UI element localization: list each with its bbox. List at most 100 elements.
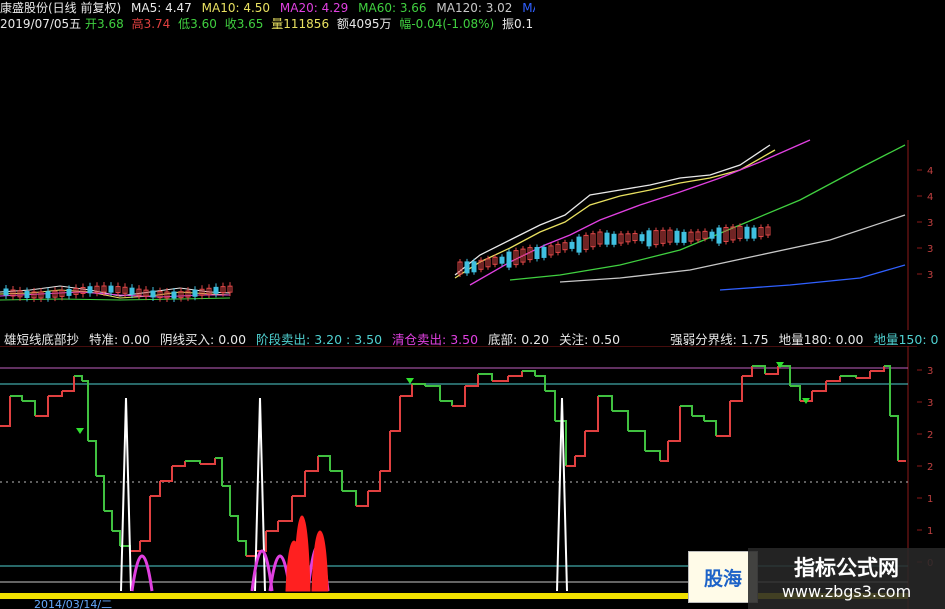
- mask-bottom: [230, 280, 715, 330]
- ind-tick-label-0: 3: [927, 366, 933, 377]
- candle-body-2: [471, 261, 477, 273]
- ind-tick-label-1: 3: [927, 398, 933, 409]
- candle-body-21: [604, 232, 610, 245]
- candle-body-12: [541, 246, 547, 258]
- step-segment-45: [508, 371, 523, 377]
- step-segment-15: [150, 481, 161, 497]
- step-segment-22: [230, 515, 239, 541]
- candle-left-body-0: [3, 288, 9, 296]
- main-tick-label-0: 4: [927, 166, 933, 177]
- magenta-hump-0: [130, 554, 154, 592]
- candle-left-body-24: [171, 291, 177, 299]
- candle-body-17: [576, 236, 582, 253]
- candle-left-body-9: [66, 288, 72, 296]
- candle-body-41: [744, 226, 750, 239]
- candle-left-body-3: [24, 291, 30, 299]
- step-segment-66: [765, 366, 779, 375]
- step-segment-41: [452, 386, 466, 407]
- step-segment-60: [692, 415, 705, 421]
- step-segment-48: [545, 390, 556, 421]
- red-peak-1: [311, 530, 329, 592]
- watermark-title: 指标公式网: [794, 555, 899, 580]
- step-segment-62: [716, 401, 731, 437]
- step-segment-36: [390, 396, 401, 432]
- candle-left-body-6: [45, 291, 51, 299]
- step-segment-50: [566, 456, 576, 467]
- price-chart[interactable]: [0, 0, 917, 330]
- step-segment-1: [10, 395, 23, 401]
- candle-body-42: [751, 227, 757, 239]
- step-segment-73: [856, 371, 871, 379]
- step-segment-4: [48, 391, 63, 397]
- candle-body-36: [709, 231, 715, 239]
- watermark-url: www.zbgs3.com: [781, 581, 912, 601]
- candle-body-32: [681, 231, 687, 243]
- step-segment-68: [790, 385, 801, 401]
- candle-left-body-27: [192, 289, 198, 297]
- step-segment-27: [278, 496, 293, 522]
- step-segment-43: [478, 373, 493, 381]
- step-segment-55: [628, 430, 646, 451]
- main-tick-label-3: 3: [927, 244, 933, 255]
- candle-body-27: [646, 230, 652, 247]
- step-segment-6: [74, 375, 83, 381]
- step-segment-11: [112, 530, 121, 546]
- step-segment-53: [598, 395, 613, 411]
- step-segment-38: [412, 383, 426, 386]
- ind-tick-label-3: 2: [927, 462, 933, 473]
- step-segment-31: [330, 470, 343, 491]
- ma-line-5: [719, 264, 906, 291]
- candle-body-37: [716, 227, 722, 244]
- step-segment-75: [884, 365, 891, 416]
- step-segment-37: [400, 384, 413, 397]
- step-segment-44: [492, 376, 509, 382]
- step-segment-34: [368, 471, 381, 492]
- step-segment-33: [356, 491, 369, 507]
- step-segment-76: [890, 415, 899, 461]
- step-segment-58: [668, 406, 681, 442]
- step-segment-63: [730, 376, 743, 402]
- footer-date: 2014/03/14/二: [34, 598, 113, 609]
- step-segment-72: [840, 375, 857, 378]
- step-segment-40: [440, 400, 453, 406]
- candle-body-26: [639, 234, 645, 242]
- step-segment-14: [140, 496, 151, 542]
- candle-body-11: [534, 247, 540, 259]
- watermark-logo-text: 股海: [703, 567, 742, 590]
- candle-body-7: [506, 251, 512, 268]
- step-segment-9: [96, 475, 105, 511]
- step-segment-59: [680, 405, 693, 416]
- ind-tick-label-5: 1: [927, 526, 933, 537]
- step-segment-2: [22, 400, 36, 416]
- candle-left-body-12: [87, 286, 93, 294]
- ind-tick-label-2: 2: [927, 430, 933, 441]
- step-segment-0: [0, 396, 11, 427]
- step-segment-57: [660, 441, 669, 462]
- candle-left-body-15: [108, 285, 114, 293]
- step-segment-19: [200, 458, 216, 465]
- main-tick-label-1: 4: [927, 192, 933, 203]
- step-segment-10: [104, 510, 113, 531]
- candle-body-22: [611, 233, 617, 245]
- mask-left: [0, 40, 535, 275]
- step-segment-51: [575, 431, 586, 457]
- white-spike-0: [120, 397, 132, 592]
- main-tick-label-2: 3: [927, 218, 933, 229]
- candle-left-body-30: [213, 286, 219, 294]
- step-segment-39: [425, 385, 441, 401]
- step-segment-46: [522, 370, 536, 376]
- step-segment-24: [246, 551, 257, 557]
- step-segment-23: [238, 540, 247, 556]
- step-segment-67: [778, 365, 791, 386]
- step-segment-35: [380, 431, 391, 472]
- step-segment-7: [82, 380, 89, 441]
- step-segment-65: [752, 365, 766, 374]
- candle-left-body-18: [129, 287, 135, 295]
- step-segment-29: [305, 456, 319, 472]
- step-segment-71: [826, 376, 841, 382]
- step-segment-21: [222, 485, 231, 516]
- step-segment-30: [318, 455, 331, 471]
- step-segment-28: [292, 471, 306, 497]
- candle-body-16: [569, 241, 575, 249]
- step-segment-16: [160, 466, 173, 482]
